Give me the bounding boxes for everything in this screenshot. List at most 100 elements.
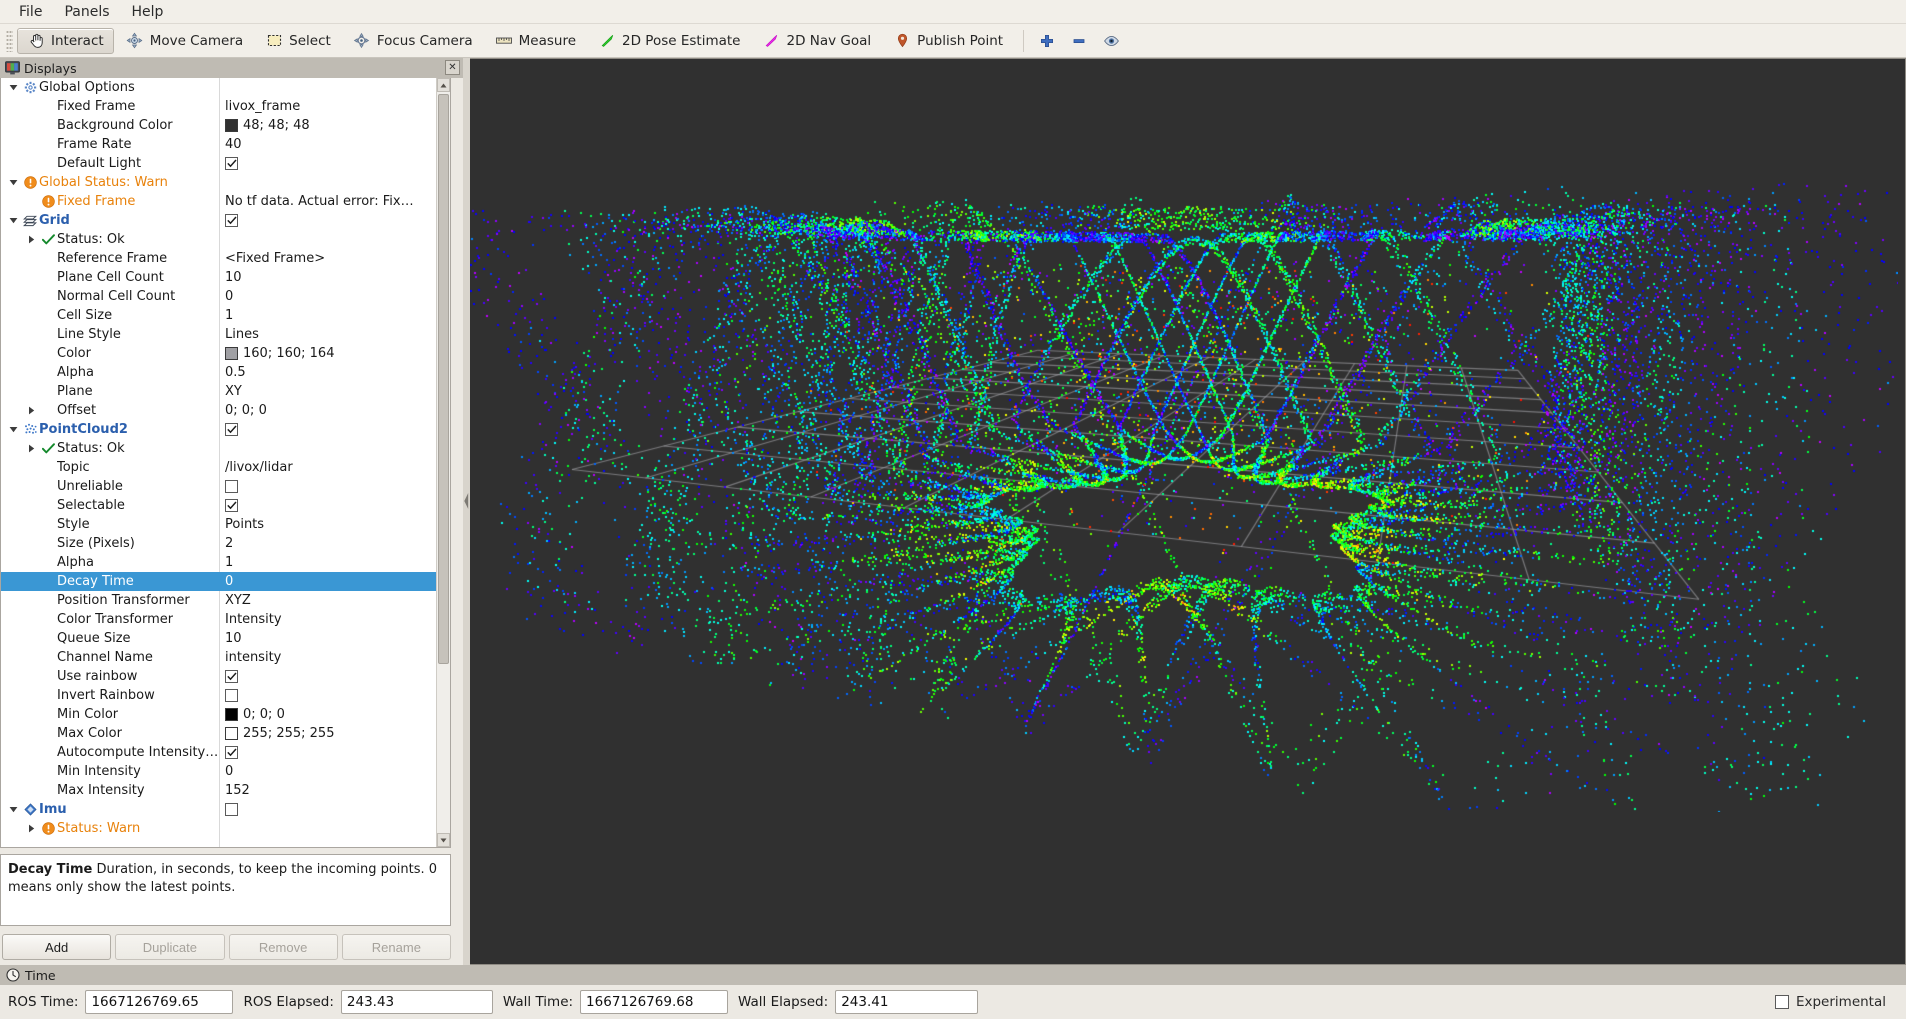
tree-row-value-cell[interactable]: 0 [219, 574, 450, 589]
tree-row-value-cell[interactable] [219, 499, 450, 512]
row-checkbox[interactable] [225, 480, 238, 493]
tree-row-value-cell[interactable]: 160; 160; 164 [219, 346, 450, 361]
tree-row-value-cell[interactable] [219, 423, 450, 436]
pointcloud-canvas[interactable] [470, 59, 1898, 812]
tree-row-value-cell[interactable]: 1 [219, 308, 450, 323]
tree-row-value-cell[interactable]: 10 [219, 270, 450, 285]
menu-help[interactable]: Help [121, 1, 175, 23]
tree-row-color[interactable]: Color 160; 160; 164 [1, 344, 450, 363]
tree-row-value-cell[interactable]: livox_frame [219, 99, 450, 114]
tool-2d-pose-estimate[interactable]: 2D Pose Estimate [588, 28, 750, 54]
tree-row-status-ok[interactable]: Status: Ok [1, 230, 450, 249]
tree-row-value-cell[interactable]: XYZ [219, 593, 450, 608]
tree-row-queue-size[interactable]: Queue Size 10 [1, 629, 450, 648]
tree-row-value-cell[interactable]: 152 [219, 783, 450, 798]
menu-file[interactable]: File [8, 1, 53, 23]
tree-row-invert-rainbow[interactable]: Invert Rainbow [1, 686, 450, 705]
tree-row-value-cell[interactable]: 2 [219, 536, 450, 551]
tool-focus-camera[interactable]: Focus Camera [343, 28, 483, 54]
tree-row-decay-time[interactable]: Decay Time 0 [1, 572, 450, 591]
toolbar-grip[interactable] [6, 29, 13, 52]
row-checkbox[interactable] [225, 499, 238, 512]
tree-row-value-cell[interactable]: Intensity [219, 612, 450, 627]
tree-row-value-cell[interactable]: 0.5 [219, 365, 450, 380]
tree-row-value-cell[interactable] [219, 746, 450, 759]
row-checkbox[interactable] [225, 670, 238, 683]
tree-row-status-warn[interactable]: Status: Warn [1, 819, 450, 838]
tree-row-value-cell[interactable]: 0 [219, 289, 450, 304]
tree-scrollbar[interactable] [436, 78, 450, 847]
row-checkbox[interactable] [225, 803, 238, 816]
tree-row-global-options[interactable]: Global Options [1, 78, 450, 97]
tree-row-color-transformer[interactable]: Color Transformer Intensity [1, 610, 450, 629]
tool-publish-point[interactable]: Publish Point [883, 28, 1013, 54]
tree-row-value-cell[interactable]: Lines [219, 327, 450, 342]
tree-row-unreliable[interactable]: Unreliable [1, 477, 450, 496]
tree-row-value-cell[interactable]: XY [219, 384, 450, 399]
chevron-down-icon[interactable] [5, 426, 21, 433]
splitter-collapse-handle[interactable] [463, 488, 470, 514]
tree-row-value-cell[interactable] [219, 670, 450, 683]
add-button[interactable]: Add [2, 934, 112, 960]
tree-row-style[interactable]: Style Points [1, 515, 450, 534]
experimental-checkbox[interactable] [1774, 995, 1789, 1009]
tree-row-alpha[interactable]: Alpha 0.5 [1, 363, 450, 382]
color-swatch[interactable] [225, 708, 238, 721]
tree-row-size-pixels[interactable]: Size (Pixels) 2 [1, 534, 450, 553]
color-swatch[interactable] [225, 347, 238, 360]
tree-row-value-cell[interactable]: 0; 0; 0 [219, 403, 450, 418]
tool-select[interactable]: Select [255, 28, 341, 54]
displays-property-tree[interactable]: Global Options Fixed Frame livox_frame Back… [0, 78, 451, 848]
row-checkbox[interactable] [225, 157, 238, 170]
menu-panels[interactable]: Panels [53, 1, 120, 23]
tool-2d-nav-goal[interactable]: 2D Nav Goal [753, 28, 882, 54]
tool-add-plus[interactable] [1032, 28, 1062, 54]
experimental-toggle[interactable]: Experimental [1774, 994, 1898, 1010]
chevron-right-icon[interactable] [23, 235, 39, 244]
tool-move-camera[interactable]: Move Camera [116, 28, 253, 54]
tree-row-value-cell[interactable] [219, 214, 450, 227]
tree-row-value-cell[interactable]: 0 [219, 764, 450, 779]
chevron-right-icon[interactable] [23, 444, 39, 453]
tree-row-min-intensity[interactable]: Min Intensity 0 [1, 762, 450, 781]
row-checkbox[interactable] [225, 689, 238, 702]
tree-row-global-status-warn[interactable]: Global Status: Warn [1, 173, 450, 192]
tree-row-value-cell[interactable]: 1 [219, 555, 450, 570]
tree-row-value-cell[interactable] [219, 480, 450, 493]
tree-row-value-cell[interactable] [219, 157, 450, 170]
tree-row-selectable[interactable]: Selectable [1, 496, 450, 515]
scroll-thumb[interactable] [438, 94, 449, 664]
row-checkbox[interactable] [225, 423, 238, 436]
tree-row-background-color[interactable]: Background Color 48; 48; 48 [1, 116, 450, 135]
tree-row-plane-cell-count[interactable]: Plane Cell Count 10 [1, 268, 450, 287]
tree-row-status-ok[interactable]: Status: Ok [1, 439, 450, 458]
tree-row-value-cell[interactable]: 255; 255; 255 [219, 726, 450, 741]
tree-row-value-cell[interactable]: 0; 0; 0 [219, 707, 450, 722]
chevron-down-icon[interactable] [5, 84, 21, 91]
color-swatch[interactable] [225, 119, 238, 132]
tree-row-default-light[interactable]: Default Light [1, 154, 450, 173]
tree-row-frame-rate[interactable]: Frame Rate 40 [1, 135, 450, 154]
tree-row-value-cell[interactable]: <Fixed Frame> [219, 251, 450, 266]
chevron-down-icon[interactable] [5, 806, 21, 813]
scroll-up-arrow[interactable] [437, 78, 450, 92]
tree-row-use-rainbow[interactable]: Use rainbow [1, 667, 450, 686]
tree-row-topic[interactable]: Topic/livox/lidar [1, 458, 450, 477]
tree-row-value-cell[interactable]: 40 [219, 137, 450, 152]
tree-row-imu[interactable]: Imu [1, 800, 450, 819]
tree-row-autocompute-intensity[interactable]: Autocompute Intensity … [1, 743, 450, 762]
tree-row-value-cell[interactable]: intensity [219, 650, 450, 665]
chevron-down-icon[interactable] [5, 179, 21, 186]
row-checkbox[interactable] [225, 214, 238, 227]
tree-row-normal-cell-count[interactable]: Normal Cell Count 0 [1, 287, 450, 306]
tree-row-fixed-frame[interactable]: Fixed Frame No tf data. Actual error: Fix… [1, 192, 450, 211]
tree-row-value-cell[interactable] [219, 689, 450, 702]
tree-row-max-color[interactable]: Max Color 255; 255; 255 [1, 724, 450, 743]
panel-splitter[interactable] [463, 58, 470, 965]
tool-interact[interactable]: Interact [17, 27, 114, 54]
tree-row-pointcloud2[interactable]: PointCloud2 [1, 420, 450, 439]
wall-time-input[interactable] [580, 990, 729, 1014]
tree-row-line-style[interactable]: Line Style Lines [1, 325, 450, 344]
tree-row-plane[interactable]: Plane XY [1, 382, 450, 401]
color-swatch[interactable] [225, 727, 238, 740]
